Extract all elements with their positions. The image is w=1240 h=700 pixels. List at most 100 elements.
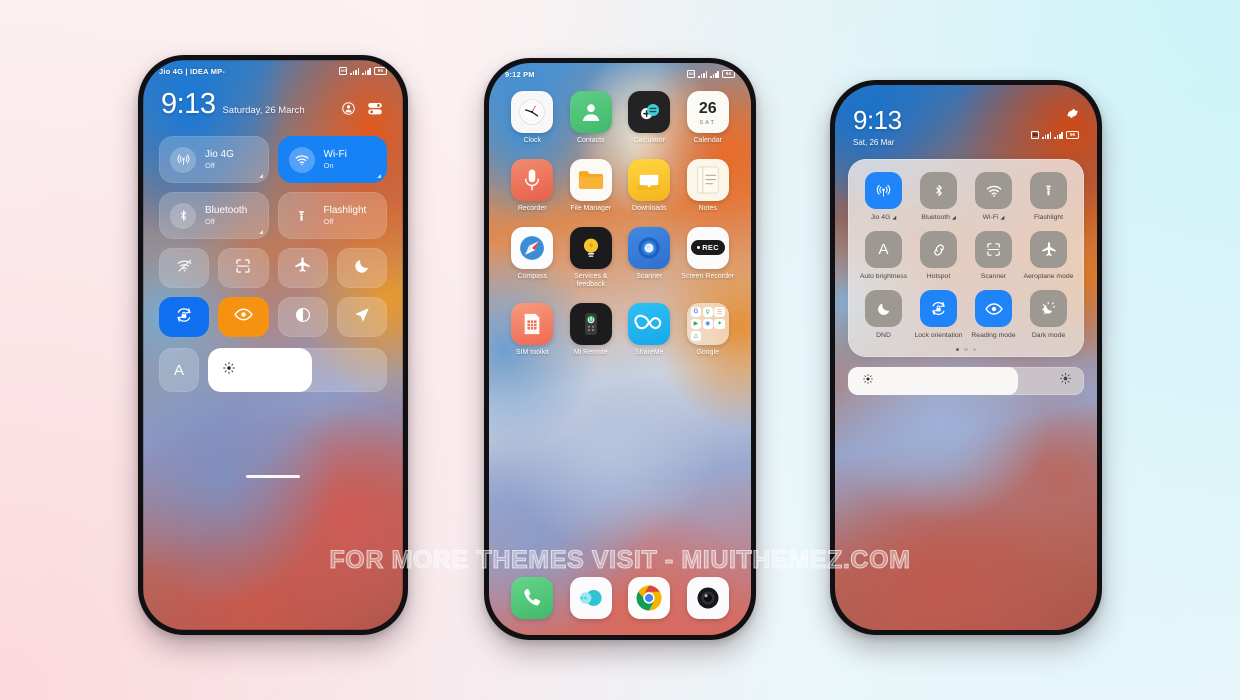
tile-location[interactable] — [336, 297, 387, 337]
toggle-flashlight[interactable]: Flashlight — [1021, 172, 1076, 221]
moon-icon — [353, 257, 371, 280]
toggle-reading-mode[interactable]: Reading mode — [966, 290, 1021, 339]
app-google-folder[interactable]: G ⚲ ☰ ▶ ◉ ✦ △ Google — [679, 303, 738, 358]
tile-dnd[interactable] — [336, 248, 387, 288]
toggle-scanner[interactable]: Scanner — [966, 231, 1021, 280]
app-notes[interactable]: Notes — [679, 158, 738, 214]
toggle-label: Bluetooth — [921, 214, 950, 221]
toggle-jio-4g[interactable]: Jio 4G ◢ — [856, 172, 911, 221]
brightness-slider[interactable] — [848, 367, 1084, 396]
tile-aeroplane-mode[interactable] — [277, 248, 328, 288]
tile-text: Flashlight Off — [324, 205, 367, 227]
app-recorder[interactable]: Recorder — [503, 158, 562, 214]
settings-toggles-icon[interactable] — [367, 101, 383, 116]
app-shareme[interactable]: ShareMe — [620, 303, 679, 358]
tile-state: Off — [323, 217, 334, 227]
app-contacts[interactable]: Contacts — [562, 91, 621, 146]
app-label: Google — [696, 349, 720, 356]
app-file-manager[interactable]: File Manager — [562, 158, 621, 214]
app-sim-toolkit[interactable]: SIM toolkit — [503, 303, 562, 358]
messages-app-icon[interactable] — [569, 577, 612, 619]
camera-app-icon[interactable] — [686, 577, 729, 619]
toggle-lock-orientation[interactable]: Lock orientation — [911, 290, 966, 339]
page-dot-3[interactable] — [972, 348, 976, 352]
tile-wifi-hotspot[interactable] — [159, 248, 210, 288]
tile-state: Off — [205, 161, 215, 171]
tile-title: Bluetooth — [205, 204, 248, 216]
app-services-feedback[interactable]: Services & feedback — [562, 226, 621, 291]
tile-lock-orientation[interactable] — [159, 297, 210, 337]
page-dot-2[interactable] — [964, 348, 968, 352]
notes-app-icon — [686, 158, 729, 201]
hotspot-icon — [920, 231, 957, 268]
toggle-label: Auto brightness — [859, 273, 908, 280]
app-calculator[interactable]: Calculator — [620, 91, 679, 146]
toggle-dnd[interactable]: DND — [856, 290, 911, 339]
app-label: Recorder — [517, 204, 547, 212]
gear-icon[interactable] — [1066, 107, 1079, 125]
clock-time: 9:13 — [161, 88, 216, 120]
phone-app-icon[interactable] — [511, 577, 554, 619]
calendar-weekday: SAT — [699, 120, 717, 126]
app-mi-remote[interactable]: Mi Remote — [562, 303, 621, 358]
lock-orientation-icon — [174, 305, 194, 330]
control-center-header: 9:13 Sat, 26 Mar 5G 96 — [848, 107, 1084, 147]
toggle-hotspot[interactable]: Hotspot — [911, 231, 966, 280]
control-center-panel: 9:13 Sat, 26 Mar 5G 96 Jio 4G ◢ Bluetoot… — [835, 85, 1097, 630]
page-indicator[interactable] — [856, 348, 1076, 352]
downloads-app-icon — [628, 158, 671, 201]
wifi-off-icon — [175, 256, 194, 280]
tile-reading-mode[interactable] — [218, 297, 269, 337]
auto-brightness-button[interactable]: A — [159, 348, 199, 392]
tile-scanner[interactable] — [218, 248, 269, 288]
chrome-app-icon[interactable] — [628, 577, 671, 619]
toggle-wifi[interactable]: Wi-Fi ◢ — [966, 172, 1021, 221]
tile-title: Wi-Fi — [323, 148, 347, 160]
status-icons: 5G 96 — [1031, 131, 1079, 139]
tile-dark-mode[interactable] — [277, 297, 328, 337]
signal-bars-2-icon — [362, 67, 371, 75]
file-manager-app-icon — [569, 158, 612, 201]
app-scanner[interactable]: Scanner — [620, 226, 679, 291]
user-icon[interactable] — [341, 101, 356, 116]
toggle-aeroplane-mode[interactable]: Aeroplane mode — [1021, 231, 1076, 280]
battery-icon: 96 — [1066, 131, 1079, 139]
tile-flashlight[interactable]: Flashlight Off — [277, 192, 387, 239]
toggle-bluetooth[interactable]: Bluetooth ◢ — [911, 172, 966, 221]
toggle-label: Scanner — [980, 273, 1007, 280]
brightness-slider-fill — [208, 348, 312, 392]
reading-mode-icon — [975, 290, 1012, 327]
toggle-auto-brightness[interactable]: A Auto brightness — [856, 231, 911, 280]
phone-2: 9:12 PM 5G 96 Clock Contacts Calculator … — [484, 58, 756, 640]
toggle-label: Lock orientation — [914, 332, 963, 339]
app-screen-recorder[interactable]: REC Screen Recorder — [679, 226, 738, 291]
chevron-expand-icon: ◢ — [951, 214, 956, 221]
control-center-header: 9:13 Saturday, 26 March — [159, 90, 387, 119]
app-label: Services & feedback — [574, 272, 608, 289]
app-calendar[interactable]: 26 SAT Calendar — [679, 91, 738, 146]
big-tiles: Jio 4G Off Wi-Fi On Bluetooth Off Flashl… — [159, 136, 387, 239]
expand-corner-icon[interactable] — [377, 174, 381, 178]
tile-jio-4g[interactable]: Jio 4G Off — [159, 136, 269, 183]
toggle-dark-mode[interactable]: Dark mode — [1021, 290, 1076, 339]
scanner-icon — [234, 257, 252, 280]
chevron-expand-icon: ◢ — [1000, 214, 1005, 221]
tile-state: Off — [205, 217, 215, 227]
app-clock[interactable]: Clock — [503, 91, 562, 146]
brightness-low-icon — [862, 372, 874, 390]
moon-icon — [865, 290, 902, 327]
home-screen: Clock Contacts Calculator 26 SAT Calenda… — [489, 63, 751, 635]
sim-toolkit-app-icon — [511, 303, 554, 345]
expand-corner-icon[interactable] — [258, 174, 263, 178]
brightness-slider[interactable] — [208, 348, 387, 392]
tile-wifi[interactable]: Wi-Fi On — [277, 136, 387, 183]
app-downloads[interactable]: Downloads — [620, 158, 679, 214]
expand-corner-icon[interactable] — [258, 230, 263, 234]
tile-bluetooth[interactable]: Bluetooth Off — [159, 192, 269, 239]
scanner-app-icon — [628, 226, 671, 269]
page-dot-1[interactable] — [956, 348, 960, 352]
signal-bars-1-icon — [698, 70, 708, 78]
app-grid: Clock Contacts Calculator 26 SAT Calenda… — [503, 91, 737, 358]
compass-app-icon — [511, 226, 554, 269]
app-compass[interactable]: Compass — [503, 226, 562, 291]
